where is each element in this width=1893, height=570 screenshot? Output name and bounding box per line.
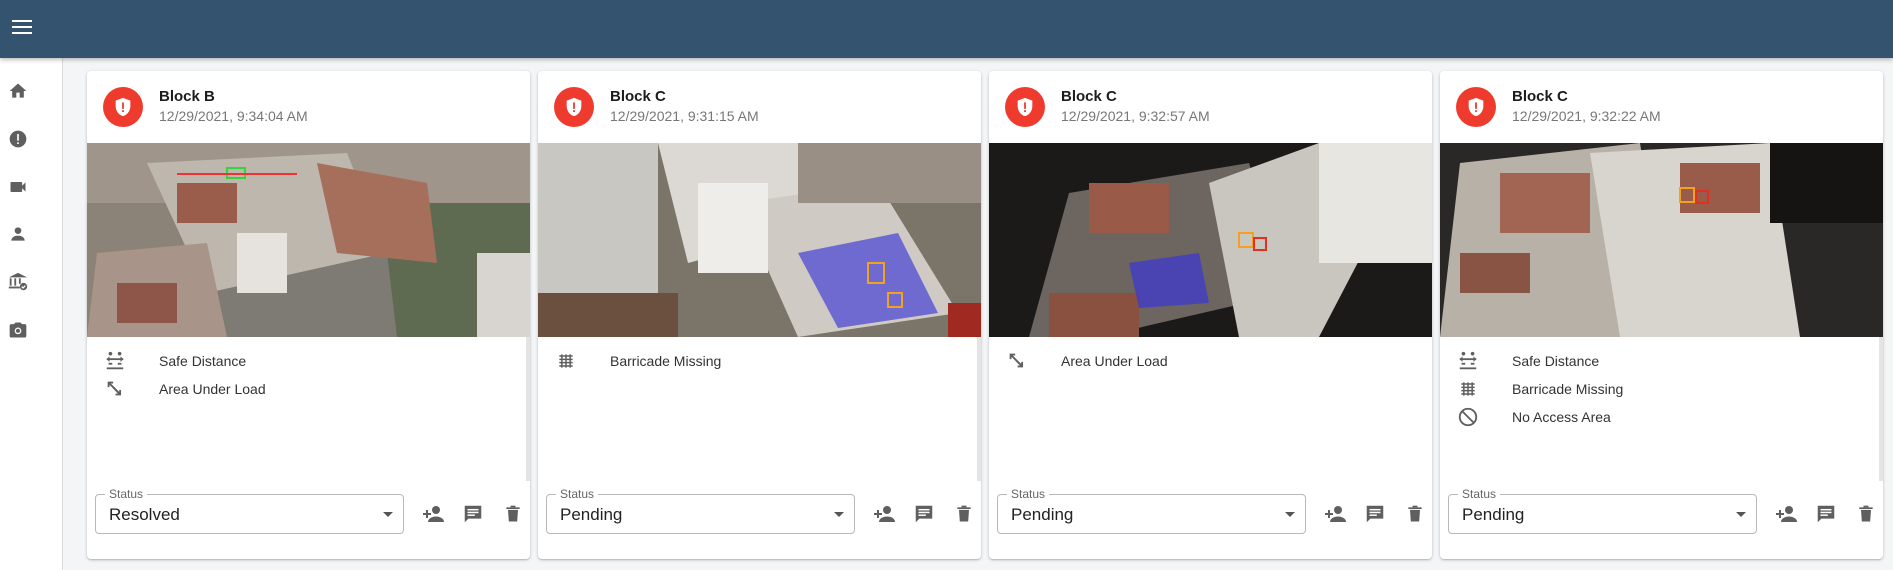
card-header: Block C 12/29/2021, 9:31:15 AM (538, 71, 981, 143)
comment-icon[interactable] (912, 502, 936, 526)
card-timestamp: 12/29/2021, 9:32:57 AM (1061, 108, 1210, 124)
barricade-icon (554, 349, 578, 373)
card-header: Block C 12/29/2021, 9:32:57 AM (989, 71, 1432, 143)
violation-label: Area Under Load (159, 381, 266, 397)
scrollbar[interactable] (526, 337, 530, 481)
card-title: Block C (1512, 88, 1568, 105)
delete-icon[interactable] (952, 502, 976, 526)
status-select[interactable]: Status Pending (1448, 487, 1757, 534)
alert-card: Block C 12/29/2021, 9:32:22 AM Safe Dist… (1440, 71, 1883, 559)
assign-person-icon[interactable] (421, 502, 445, 526)
chevron-down-icon (383, 512, 393, 517)
violation-item: Barricade Missing (1456, 375, 1623, 403)
card-header: Block B 12/29/2021, 9:34:04 AM (87, 71, 530, 143)
card-header: Block C 12/29/2021, 9:32:22 AM (1440, 71, 1883, 143)
violation-item: Safe Distance (103, 347, 246, 375)
delete-icon[interactable] (1854, 502, 1878, 526)
violation-list: Area Under Load (989, 337, 1432, 481)
status-label: Status (105, 487, 148, 501)
alert-card: Block C 12/29/2021, 9:31:15 AM Barricade… (538, 71, 981, 559)
card-timestamp: 12/29/2021, 9:31:15 AM (610, 108, 759, 124)
card-title: Block C (610, 88, 666, 105)
status-label: Status (1007, 487, 1050, 501)
chevron-down-icon (1736, 512, 1746, 517)
site-snapshot-image[interactable] (989, 143, 1432, 337)
violation-list: Safe Distance Area Under Load (87, 337, 530, 481)
scrollbar[interactable] (1879, 337, 1883, 481)
status-value: Resolved (109, 505, 180, 524)
violation-item: Area Under Load (103, 375, 266, 403)
status-value: Pending (560, 505, 623, 524)
site-snapshot-image[interactable] (87, 143, 530, 337)
violation-item: Barricade Missing (554, 347, 721, 375)
violation-label: No Access Area (1512, 409, 1611, 425)
card-actions: Status Resolved (87, 483, 530, 559)
menu-icon[interactable] (10, 15, 34, 39)
no-access-icon (1456, 405, 1480, 429)
violation-label: Area Under Load (1061, 353, 1168, 369)
scrollbar[interactable] (977, 337, 981, 481)
sidebar (0, 58, 63, 570)
violation-label: Safe Distance (159, 353, 247, 369)
status-label: Status (1458, 487, 1501, 501)
comment-icon[interactable] (461, 502, 485, 526)
violation-list: Barricade Missing (538, 337, 981, 481)
violation-label: Barricade Missing (610, 353, 722, 369)
status-value: Pending (1462, 505, 1525, 524)
chevron-down-icon (1285, 512, 1295, 517)
card-actions: Status Pending (1440, 483, 1883, 559)
delete-icon[interactable] (501, 502, 525, 526)
nav-photo-camera-icon[interactable] (6, 318, 30, 342)
site-snapshot-image[interactable] (538, 143, 981, 337)
nav-camera-icon[interactable] (6, 175, 30, 199)
alert-card: Block B 12/29/2021, 9:34:04 AM Safe Dist… (87, 71, 530, 559)
status-select[interactable]: Status Pending (546, 487, 855, 534)
status-label: Status (556, 487, 599, 501)
barricade-icon (1456, 377, 1480, 401)
alert-shield-icon (103, 87, 143, 127)
app-bar (0, 0, 1893, 58)
violation-label: Safe Distance (1512, 353, 1600, 369)
area-under-load-icon (1005, 349, 1029, 373)
area-under-load-icon (103, 377, 127, 401)
safe-distance-icon (103, 349, 127, 373)
status-select[interactable]: Status Pending (997, 487, 1306, 534)
alert-shield-icon (554, 87, 594, 127)
status-select[interactable]: Status Resolved (95, 487, 404, 534)
safe-distance-icon (1456, 349, 1480, 373)
card-actions: Status Pending (538, 483, 981, 559)
nav-home-icon[interactable] (6, 79, 30, 103)
card-title: Block B (159, 88, 215, 105)
violation-label: Barricade Missing (1512, 381, 1624, 397)
status-value: Pending (1011, 505, 1074, 524)
violation-item: No Access Area (1456, 403, 1611, 431)
card-timestamp: 12/29/2021, 9:32:22 AM (1512, 108, 1661, 124)
site-snapshot-image[interactable] (1440, 143, 1883, 337)
nav-person-icon[interactable] (6, 222, 30, 246)
card-timestamp: 12/29/2021, 9:34:04 AM (159, 108, 308, 124)
alert-shield-icon (1456, 87, 1496, 127)
chevron-down-icon (834, 512, 844, 517)
nav-alert-icon[interactable] (6, 127, 30, 151)
assign-person-icon[interactable] (872, 502, 896, 526)
comment-icon[interactable] (1814, 502, 1838, 526)
alert-card: Block C 12/29/2021, 9:32:57 AM Area Unde… (989, 71, 1432, 559)
card-title: Block C (1061, 88, 1117, 105)
alert-shield-icon (1005, 87, 1045, 127)
assign-person-icon[interactable] (1323, 502, 1347, 526)
assign-person-icon[interactable] (1774, 502, 1798, 526)
nav-site-icon[interactable] (6, 270, 30, 294)
comment-icon[interactable] (1363, 502, 1387, 526)
delete-icon[interactable] (1403, 502, 1427, 526)
violation-item: Safe Distance (1456, 347, 1599, 375)
violation-item: Area Under Load (1005, 347, 1168, 375)
card-actions: Status Pending (989, 483, 1432, 559)
violation-list: Safe Distance Barricade Missing No Acces… (1440, 337, 1883, 481)
